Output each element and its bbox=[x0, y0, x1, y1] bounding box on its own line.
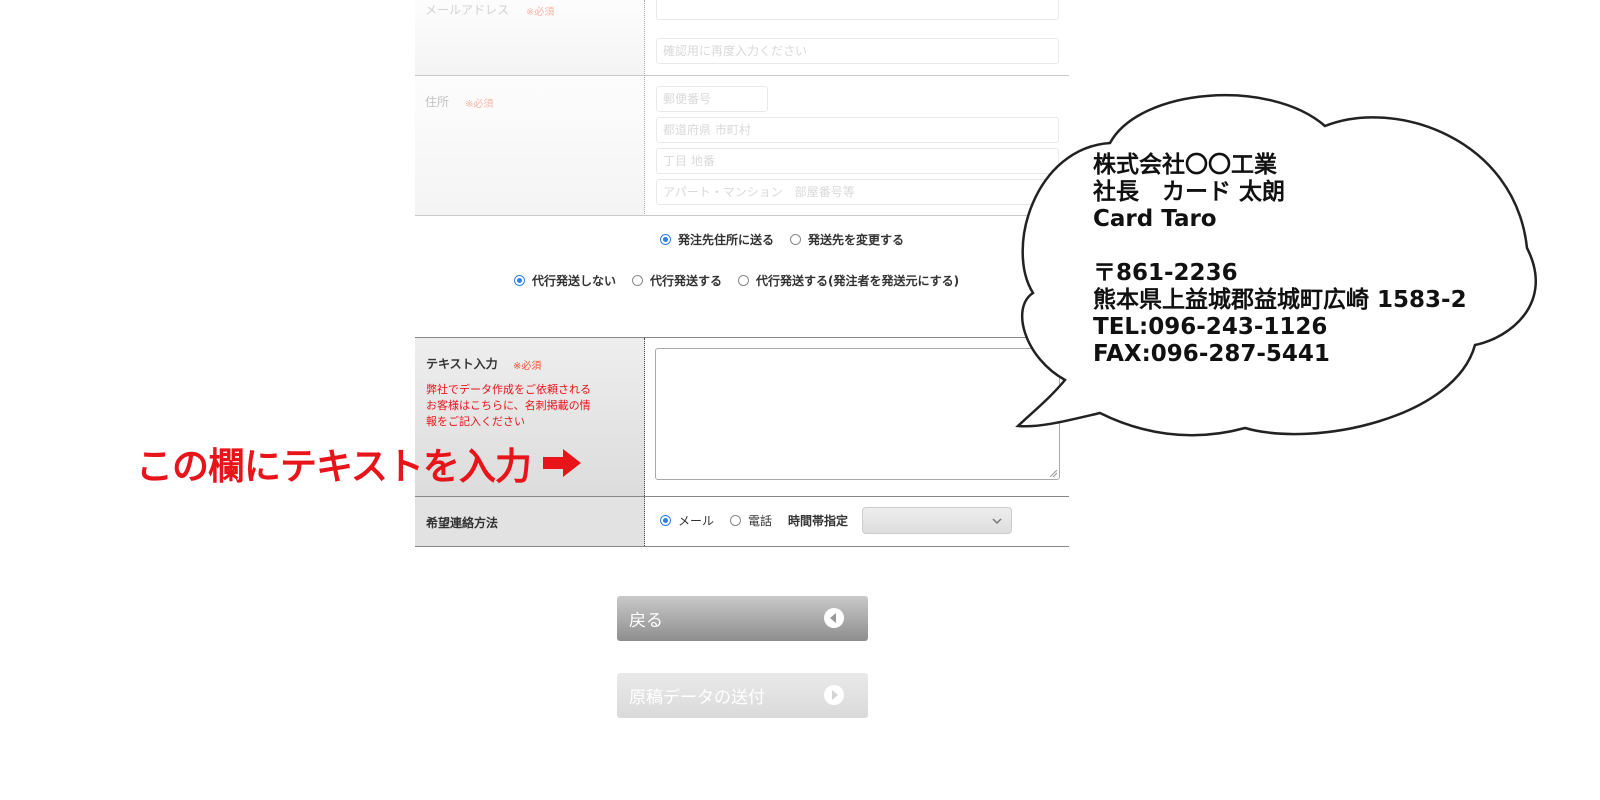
proxy-shipping-group: 代行発送しない 代行発送する 代行発送する(発注者を発送元にする) bbox=[514, 272, 975, 289]
email-required: ※必須 bbox=[526, 7, 555, 18]
time-slot-label: 時間帯指定 bbox=[788, 514, 849, 528]
email-label: メールアドレス bbox=[425, 3, 510, 17]
city-field[interactable]: 都道府県 市町村 bbox=[656, 117, 1059, 143]
radio-option[interactable]: 代行発送する bbox=[632, 272, 722, 289]
address-label: 住所 bbox=[425, 95, 450, 109]
radio-button[interactable] bbox=[632, 275, 644, 286]
text-input-label: テキスト入力 bbox=[426, 357, 498, 371]
radio-button[interactable] bbox=[790, 234, 802, 245]
block-field[interactable]: 丁目 地番 bbox=[656, 148, 1059, 174]
text-input-required: ※必須 bbox=[513, 361, 542, 372]
text-input-textarea[interactable] bbox=[655, 348, 1060, 480]
annotation-callout: この欄にテキストを入力 bbox=[136, 436, 583, 490]
building-field[interactable]: アパート・マンション 部屋番号等 bbox=[656, 179, 1059, 205]
email-field[interactable] bbox=[656, 0, 1059, 20]
chevron-left-icon bbox=[824, 608, 844, 628]
email-confirm-field[interactable]: 確認用に再度入力ください bbox=[656, 38, 1059, 64]
radio-button[interactable] bbox=[660, 234, 671, 245]
radio-option[interactable]: メール bbox=[660, 512, 714, 529]
contact-label: 希望連絡方法 bbox=[426, 516, 499, 530]
annotation-text: この欄にテキストを入力 bbox=[136, 445, 532, 488]
time-slot-select[interactable] bbox=[862, 507, 1012, 534]
radio-option[interactable]: 代行発送する(発注者を発送元にする) bbox=[738, 272, 959, 289]
divider bbox=[415, 546, 1069, 547]
divider bbox=[415, 215, 1069, 216]
send-manuscript-button[interactable]: 原稿データの送付 bbox=[617, 673, 868, 718]
address-required: ※必須 bbox=[465, 99, 494, 110]
arrow-right-icon bbox=[542, 449, 581, 477]
resize-handle-icon[interactable] bbox=[1049, 469, 1057, 477]
radio-option[interactable]: 代行発送しない bbox=[514, 272, 616, 289]
radio-button[interactable] bbox=[738, 275, 750, 286]
contact-method-group: メール 電話 時間帯指定 bbox=[660, 512, 852, 529]
radio-button[interactable] bbox=[660, 515, 671, 526]
postal-code-field[interactable]: 郵便番号 bbox=[656, 86, 768, 112]
radio-option[interactable]: 発送先を変更する bbox=[790, 231, 904, 248]
back-button[interactable]: 戻る bbox=[617, 596, 868, 641]
radio-button[interactable] bbox=[514, 275, 525, 286]
chevron-right-icon bbox=[824, 685, 844, 705]
radio-option[interactable]: 電話 bbox=[730, 512, 772, 529]
chevron-down-icon bbox=[992, 518, 1002, 525]
text-input-note: 弊社でデータ作成をご依頼される お客様はこちらに、名刺掲載の情 報をご記入くださ… bbox=[426, 383, 591, 428]
radio-option[interactable]: 発注先住所に送る bbox=[660, 231, 774, 248]
address-label-cell bbox=[415, 76, 645, 216]
column-divider bbox=[644, 0, 645, 216]
column-divider bbox=[644, 497, 645, 546]
column-divider bbox=[644, 338, 645, 496]
radio-button[interactable] bbox=[730, 515, 742, 526]
shipping-destination-group: 発注先住所に送る 発送先を変更する bbox=[660, 231, 920, 248]
speech-bubble-text: 株式会社〇〇工業 社長 カード 太朗 Card Taro 〒861-2236 熊… bbox=[1093, 152, 1467, 367]
